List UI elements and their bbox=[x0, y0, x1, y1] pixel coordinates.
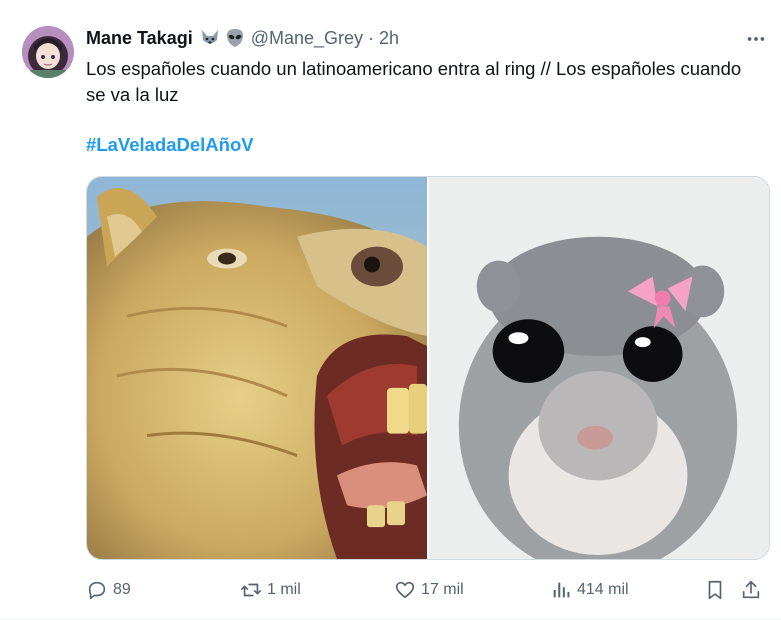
sad-hamster-with-bow-image[interactable] bbox=[429, 177, 769, 559]
tweet-header: Mane Takagi @Mane_Grey · 2h bbox=[86, 26, 399, 50]
hashtag-link[interactable]: #LaVeladaDelAñoV bbox=[86, 134, 254, 156]
reply-button[interactable]: 89 bbox=[86, 572, 131, 608]
action-bar: 89 1 mil 17 mil 414 mil bbox=[0, 572, 781, 608]
bookmark-icon bbox=[708, 580, 722, 600]
views-button[interactable]: 414 mil bbox=[550, 572, 629, 608]
share-button[interactable] bbox=[740, 572, 762, 608]
bookmark-button[interactable] bbox=[704, 572, 726, 608]
view-count: 414 mil bbox=[577, 581, 629, 598]
display-name[interactable]: Mane Takagi bbox=[86, 28, 193, 49]
analytics-icon bbox=[553, 582, 570, 598]
reply-icon bbox=[88, 581, 106, 600]
repost-button[interactable]: 1 mil bbox=[240, 572, 301, 608]
tweet[interactable]: Mane Takagi @Mane_Grey · 2h Los españole… bbox=[0, 0, 781, 620]
alien-emoji-icon bbox=[224, 28, 246, 48]
like-count: 17 mil bbox=[421, 581, 464, 598]
avatar-image bbox=[22, 26, 74, 78]
repost-icon bbox=[241, 583, 261, 597]
capybara-screaming-image[interactable] bbox=[87, 177, 427, 559]
name-badges bbox=[199, 28, 246, 48]
user-handle[interactable]: @Mane_Grey bbox=[251, 28, 363, 49]
media-grid bbox=[86, 176, 770, 560]
like-button[interactable]: 17 mil bbox=[394, 572, 464, 608]
share-icon bbox=[742, 580, 760, 599]
heart-icon bbox=[395, 581, 415, 599]
tweet-text: Los españoles cuando un latinoamericano … bbox=[86, 58, 742, 105]
repost-count: 1 mil bbox=[267, 581, 301, 598]
wolf-emoji-icon bbox=[199, 28, 221, 48]
reply-count: 89 bbox=[113, 581, 131, 598]
avatar[interactable] bbox=[22, 26, 74, 78]
more-icon bbox=[747, 37, 765, 41]
post-time[interactable]: 2h bbox=[379, 28, 399, 49]
more-options-button[interactable] bbox=[742, 28, 770, 50]
separator-dot: · bbox=[368, 27, 375, 48]
